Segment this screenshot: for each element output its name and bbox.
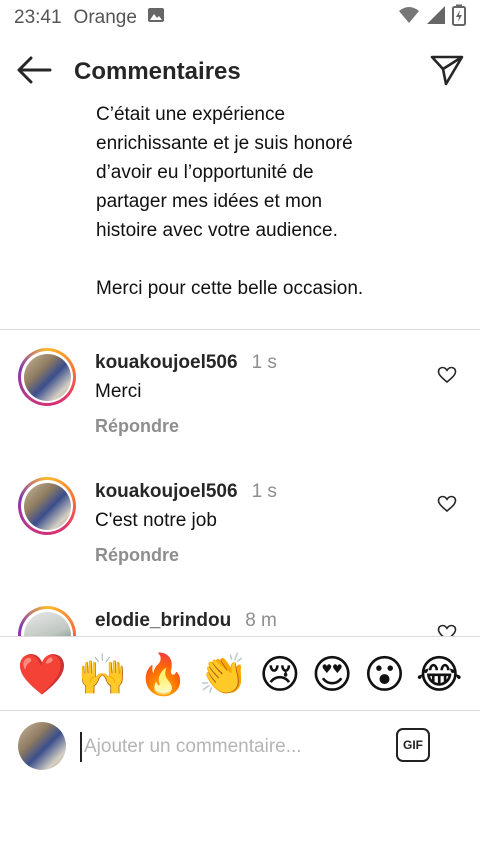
comment-input[interactable] <box>80 732 386 762</box>
comment-username[interactable]: kouakoujoel506 1 s <box>95 352 277 374</box>
heart-icon[interactable] <box>437 495 457 518</box>
send-icon[interactable] <box>430 54 464 91</box>
comment-text: Merci <box>95 381 142 402</box>
comment-composer: GIF <box>0 712 480 780</box>
emoji-tears-of-joy[interactable]: 😂 <box>416 655 463 695</box>
heart-icon[interactable] <box>437 624 457 636</box>
avatar[interactable] <box>18 606 76 636</box>
avatar <box>18 722 66 770</box>
comment-item: elodie_brindou 8 m <box>0 589 480 636</box>
avatar[interactable] <box>18 477 76 535</box>
comment-time: 8 m <box>245 610 277 631</box>
emoji-crying-face[interactable]: 😢 <box>259 655 301 695</box>
reply-button[interactable]: Répondre <box>95 416 179 437</box>
caption-line: histoire avec votre audience. <box>96 220 338 241</box>
caption-line: partager mes idées et mon <box>96 191 323 212</box>
comment-username[interactable]: elodie_brindou 8 m <box>95 610 277 632</box>
reply-button[interactable]: Répondre <box>95 545 179 566</box>
caption-line: enrichissante et je suis honoré <box>96 133 353 154</box>
comment-item: kouakoujoel506 1 s C'est notre job Répond… <box>0 460 480 580</box>
gif-button[interactable]: GIF <box>396 728 430 762</box>
caption-closing: Merci pour cette belle occasion. <box>96 278 364 299</box>
divider <box>0 636 480 637</box>
emoji-heart-eyes[interactable]: 😍 <box>311 655 353 695</box>
emoji-open-mouth[interactable]: 😮 <box>364 655 406 695</box>
status-bar: 23:41 Orange <box>0 0 480 36</box>
comment-username-text[interactable]: elodie_brindou <box>95 610 231 631</box>
post-caption: C’était une expérience enrichissante et … <box>96 100 426 303</box>
emoji-raising-hands[interactable]: 🙌 <box>78 655 128 695</box>
caption-line: d’avoir eu l’opportunité de <box>96 162 314 183</box>
comment-username[interactable]: kouakoujoel506 1 s <box>95 481 277 503</box>
avatar[interactable] <box>18 348 76 406</box>
emoji-quick-bar: ❤️ 🙌 🔥 👏 😢 😍 😮 😂 <box>0 644 480 706</box>
comment-text: C'est notre job <box>95 510 217 531</box>
comments-list[interactable]: kouakoujoel506 1 s Merci Répondre kouakou… <box>0 331 480 636</box>
heart-icon[interactable] <box>437 366 457 389</box>
emoji-red-heart[interactable]: ❤️ <box>17 655 67 695</box>
comment-username-text[interactable]: kouakoujoel506 <box>95 481 238 502</box>
signal-icon <box>426 5 446 31</box>
page-title: Commentaires <box>74 58 241 85</box>
comment-time: 1 s <box>251 352 277 373</box>
comment-time: 1 s <box>251 481 277 502</box>
comment-item: kouakoujoel506 1 s Merci Répondre <box>0 331 480 451</box>
wifi-icon <box>398 6 420 30</box>
emoji-fire[interactable]: 🔥 <box>138 655 188 695</box>
back-arrow-icon[interactable] <box>16 55 52 90</box>
divider <box>0 329 480 330</box>
caption-line: C’était une expérience <box>96 104 286 125</box>
gallery-notification-icon <box>147 6 165 30</box>
top-app-bar: Commentaires <box>0 44 480 100</box>
battery-icon <box>452 4 466 32</box>
divider <box>0 710 480 711</box>
emoji-clapping-hands[interactable]: 👏 <box>199 655 249 695</box>
status-carrier: Orange <box>73 7 137 28</box>
status-time: 23:41 <box>14 7 62 28</box>
comment-username-text[interactable]: kouakoujoel506 <box>95 352 238 373</box>
